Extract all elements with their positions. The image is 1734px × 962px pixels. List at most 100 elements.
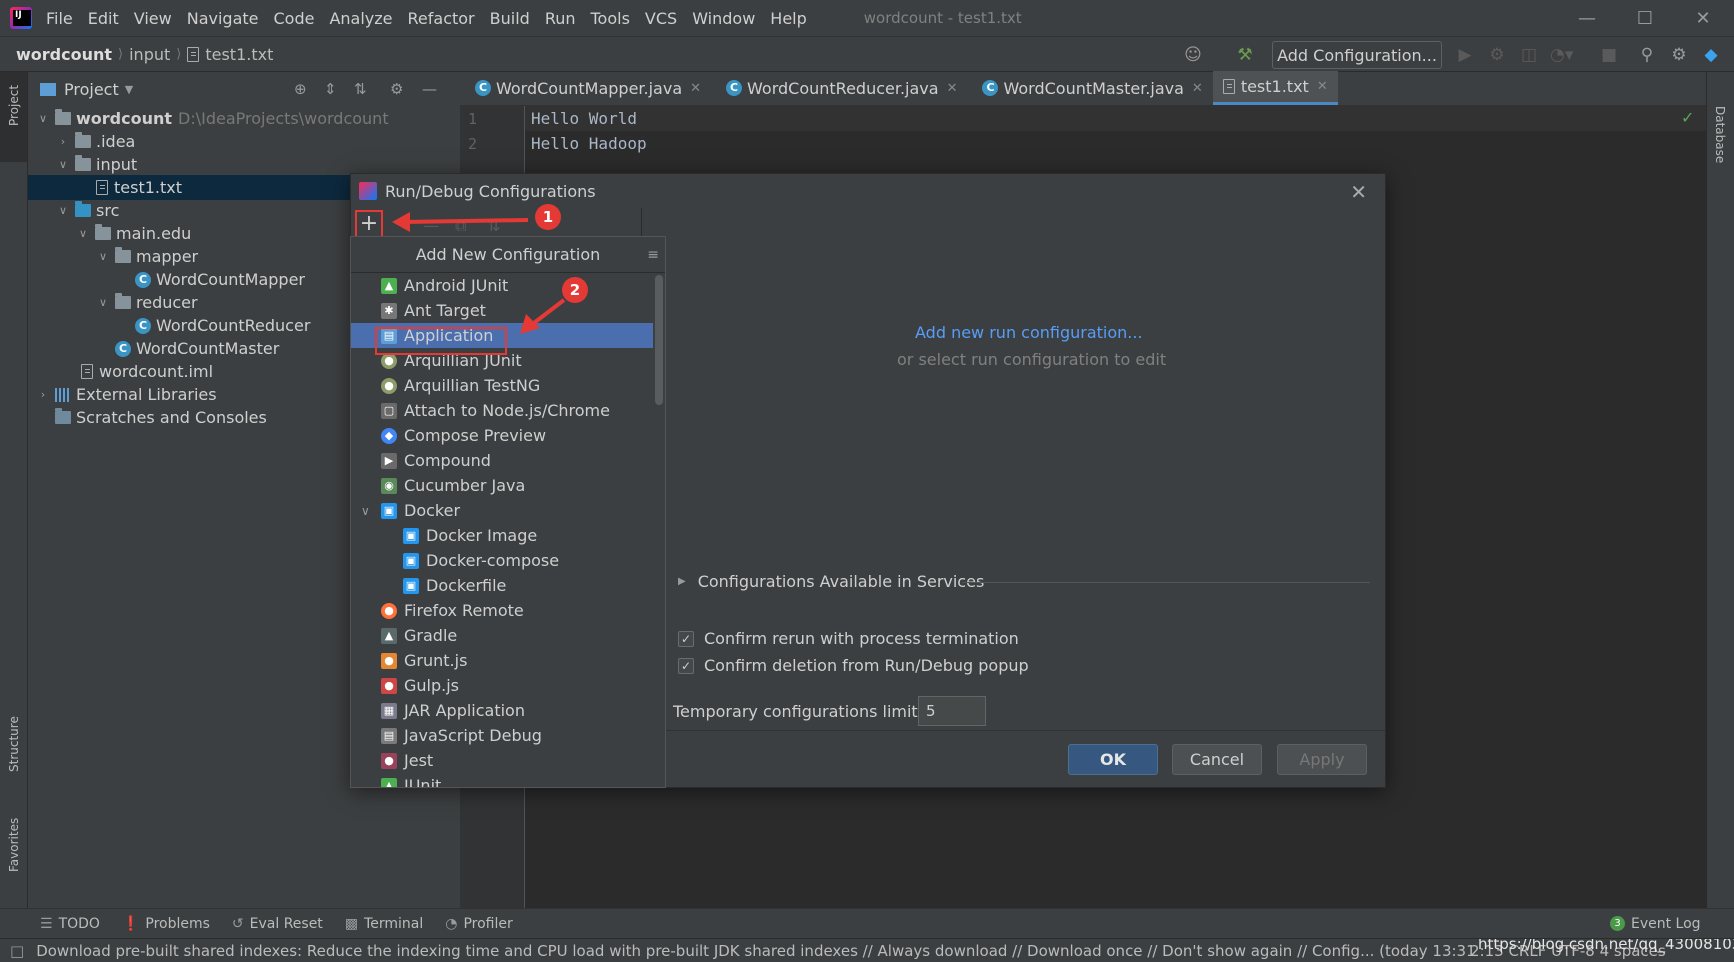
- tab-wordcountreducer[interactable]: C WordCountReducer.java ✕: [711, 71, 967, 105]
- popup-item-junit[interactable]: ▲ JUnit: [351, 773, 653, 787]
- menu-window[interactable]: Window: [692, 9, 755, 28]
- popup-item-compound[interactable]: ▶ Compound: [351, 448, 653, 473]
- popup-item-android-junit[interactable]: ▲ Android JUnit: [351, 273, 653, 298]
- cancel-button[interactable]: Cancel: [1172, 744, 1262, 775]
- menu-code[interactable]: Code: [274, 9, 315, 28]
- menu-build[interactable]: Build: [490, 9, 530, 28]
- menu-help[interactable]: Help: [770, 9, 806, 28]
- menu-vcs[interactable]: VCS: [645, 9, 677, 28]
- menu-run[interactable]: Run: [545, 9, 576, 28]
- apply-button[interactable]: Apply: [1277, 744, 1367, 775]
- menu-view[interactable]: View: [134, 9, 172, 28]
- close-tab-icon[interactable]: ✕: [690, 81, 701, 96]
- add-new-run-configuration-link[interactable]: Add new run configuration...: [915, 323, 1143, 342]
- popup-item-ant-target[interactable]: ✱ Ant Target: [351, 298, 653, 323]
- menu-refactor[interactable]: Refactor: [408, 9, 475, 28]
- menu-analyze[interactable]: Analyze: [329, 9, 392, 28]
- status-toggle-icon[interactable]: □: [10, 942, 24, 960]
- popup-item-compose-preview[interactable]: ◆ Compose Preview: [351, 423, 653, 448]
- add-configuration-button[interactable]: Add Configuration...: [1272, 41, 1442, 69]
- close-tab-icon[interactable]: ✕: [1317, 79, 1328, 94]
- expand-all-icon[interactable]: ⇕: [324, 80, 337, 98]
- problems-tool-button[interactable]: ❗ Problems: [122, 916, 210, 932]
- gear-icon[interactable]: ⚙: [390, 80, 403, 98]
- popup-item-javascript-debug[interactable]: ▤ JavaScript Debug: [351, 723, 653, 748]
- build-hammer-icon[interactable]: ⚒: [1234, 44, 1256, 66]
- chevron-down-icon[interactable]: ∨: [96, 250, 110, 263]
- popup-item-docker-image[interactable]: ▣ Docker Image: [351, 523, 653, 548]
- chevron-down-icon[interactable]: ∨: [96, 296, 110, 309]
- menu-tools[interactable]: Tools: [591, 9, 630, 28]
- chevron-down-icon[interactable]: ∨: [76, 227, 90, 240]
- popup-item-jest[interactable]: ● Jest: [351, 748, 653, 773]
- favorites-tool-label[interactable]: Favorites: [7, 818, 21, 872]
- tree-item-wordcount[interactable]: ∨ wordcount D:\IdeaProjects\wordcount: [28, 106, 460, 131]
- status-message[interactable]: Download pre-built shared indexes: Reduc…: [36, 942, 1475, 960]
- database-tool-label[interactable]: Database: [1713, 106, 1727, 163]
- ok-button[interactable]: OK: [1068, 744, 1158, 775]
- close-tab-icon[interactable]: ✕: [947, 81, 958, 96]
- confirm-delete-checkbox-row[interactable]: ✓ Confirm deletion from Run/Debug popup: [678, 656, 1029, 675]
- confirm-delete-checkbox[interactable]: ✓: [678, 657, 694, 674]
- locate-file-icon[interactable]: ⊕: [294, 80, 307, 98]
- code-line[interactable]: Hello Hadoop: [531, 134, 647, 153]
- chevron-right-icon[interactable]: ›: [56, 135, 70, 148]
- popup-item-jar-application[interactable]: ▦ JAR Application: [351, 698, 653, 723]
- close-icon[interactable]: ✕: [1350, 180, 1367, 204]
- settings-gear-icon[interactable]: ⚙: [1668, 44, 1690, 66]
- eval-reset-tool-button[interactable]: ↺ Eval Reset: [232, 916, 323, 932]
- chevron-down-icon[interactable]: ∨: [361, 504, 381, 518]
- tab-wordcountmaster[interactable]: C WordCountMaster.java ✕: [967, 71, 1212, 105]
- todo-tool-button[interactable]: ☰ TODO: [40, 916, 100, 932]
- add-configuration-plus-button[interactable]: +: [355, 210, 383, 239]
- popup-item-firefox-remote[interactable]: ● Firefox Remote: [351, 598, 653, 623]
- maximize-icon[interactable]: ☐: [1616, 0, 1674, 36]
- popup-item-docker[interactable]: ∨ ▣ Docker: [351, 498, 653, 523]
- services-section-toggle[interactable]: ▶ Configurations Available in Services: [678, 572, 984, 591]
- coverage-icon[interactable]: ◫: [1518, 44, 1540, 66]
- confirm-rerun-checkbox[interactable]: ✓: [678, 630, 694, 647]
- hide-panel-icon[interactable]: —: [422, 80, 437, 98]
- breadcrumb-project[interactable]: wordcount: [16, 45, 112, 64]
- popup-item-dockerfile[interactable]: ▣ Dockerfile: [351, 573, 653, 598]
- popup-item-gradle[interactable]: ▲ Gradle: [351, 623, 653, 648]
- menu-file[interactable]: File: [46, 9, 73, 28]
- popup-item-arquillian-testng[interactable]: ● Arquillian TestNG: [351, 373, 653, 398]
- popup-scrollbar[interactable]: [655, 275, 663, 405]
- search-icon[interactable]: ⚲: [1636, 44, 1658, 66]
- popup-item-cucumber-java[interactable]: ◉ Cucumber Java: [351, 473, 653, 498]
- popup-item-grunt[interactable]: ● Grunt.js: [351, 648, 653, 673]
- collapse-all-icon[interactable]: ⇅: [354, 80, 367, 98]
- tab-wordcountmapper[interactable]: C WordCountMapper.java ✕: [460, 71, 711, 105]
- confirm-rerun-checkbox-row[interactable]: ✓ Confirm rerun with process termination: [678, 629, 1019, 648]
- breadcrumb-folder[interactable]: input: [129, 45, 170, 64]
- chevron-down-icon[interactable]: ∨: [56, 158, 70, 171]
- event-log-button[interactable]: 3 Event Log: [1610, 916, 1701, 932]
- project-view-title[interactable]: Project: [64, 80, 119, 99]
- menu-navigate[interactable]: Navigate: [187, 9, 259, 28]
- structure-tool-label[interactable]: Structure: [7, 716, 21, 772]
- chevron-down-icon[interactable]: ∨: [36, 112, 50, 125]
- close-tab-icon[interactable]: ✕: [1192, 81, 1203, 96]
- popup-item-docker-compose[interactable]: ▣ Docker-compose: [351, 548, 653, 573]
- breadcrumb-file[interactable]: test1.txt: [205, 45, 273, 64]
- project-tool-tab[interactable]: Project: [0, 72, 27, 162]
- popup-item-attach-nodejs[interactable]: ▢ Attach to Node.js/Chrome: [351, 398, 653, 423]
- close-window-icon[interactable]: ✕: [1674, 0, 1732, 36]
- chevron-down-icon[interactable]: ▼: [125, 83, 133, 96]
- user-icon[interactable]: ☺▾: [1182, 44, 1204, 87]
- tab-test1-txt[interactable]: test1.txt ✕: [1212, 71, 1338, 105]
- collapse-icon[interactable]: ≡: [647, 247, 659, 263]
- stop-icon[interactable]: ■: [1598, 44, 1620, 66]
- debug-icon[interactable]: ⚙: [1486, 44, 1508, 66]
- terminal-tool-button[interactable]: ▩ Terminal: [345, 916, 423, 932]
- code-line[interactable]: Hello World: [531, 109, 637, 128]
- profile-icon[interactable]: ◔▾: [1550, 44, 1573, 66]
- chevron-down-icon[interactable]: ∨: [56, 204, 70, 217]
- plugin-icon[interactable]: ◆: [1700, 44, 1722, 66]
- run-icon[interactable]: ▶: [1454, 44, 1476, 66]
- popup-item-gulp[interactable]: ● Gulp.js: [351, 673, 653, 698]
- tree-item-idea[interactable]: › .idea: [28, 129, 460, 154]
- profiler-tool-button[interactable]: ◔ Profiler: [445, 916, 513, 932]
- temp-config-limit-input[interactable]: 5: [918, 696, 986, 726]
